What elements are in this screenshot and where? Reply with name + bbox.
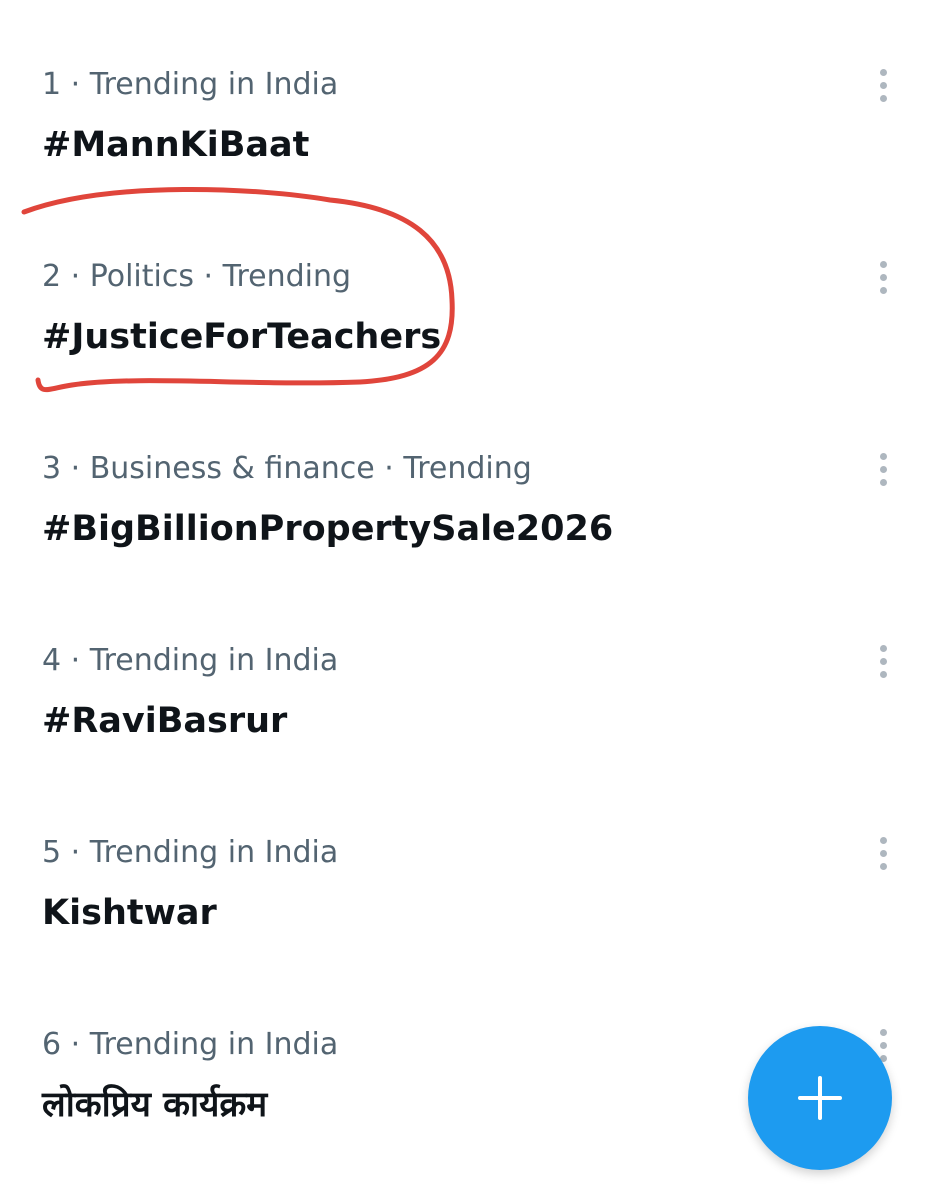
trend-title[interactable]: #BigBillionPropertySale2026 [42, 507, 613, 551]
trends-list: 1 · Trending in India #MannKiBaat 2 · Po… [0, 0, 935, 1200]
trend-title[interactable]: #RaviBasrur [42, 699, 287, 743]
trend-title[interactable]: Kishtwar [42, 891, 217, 935]
trend-item[interactable]: 3 · Business & finance · Trending #BigBi… [0, 403, 935, 595]
more-vertical-icon[interactable] [866, 639, 900, 683]
trend-item[interactable]: 5 · Trending in India Kishtwar [0, 787, 935, 979]
compose-button[interactable] [748, 1026, 892, 1170]
trend-meta: 5 · Trending in India [42, 835, 339, 870]
more-vertical-icon[interactable] [866, 831, 900, 875]
trend-title[interactable]: लोकप्रिय कार्यक्रम [42, 1083, 267, 1127]
trend-meta: 1 · Trending in India [42, 67, 339, 102]
trend-meta: 4 · Trending in India [42, 643, 339, 678]
more-vertical-icon[interactable] [866, 63, 900, 107]
trend-meta: 3 · Business & finance · Trending [42, 451, 532, 486]
trend-title[interactable]: #JusticeForTeachers [42, 315, 441, 359]
more-vertical-icon[interactable] [866, 255, 900, 299]
trend-item[interactable]: 4 · Trending in India #RaviBasrur [0, 595, 935, 787]
trend-item[interactable]: 2 · Politics · Trending #JusticeForTeach… [0, 211, 935, 403]
trend-item[interactable]: 1 · Trending in India #MannKiBaat [0, 19, 935, 211]
trend-meta: 6 · Trending in India [42, 1027, 339, 1062]
trend-meta: 2 · Politics · Trending [42, 259, 352, 294]
trend-title[interactable]: #MannKiBaat [42, 123, 309, 167]
more-vertical-icon[interactable] [866, 447, 900, 491]
plus-icon [798, 1076, 842, 1120]
